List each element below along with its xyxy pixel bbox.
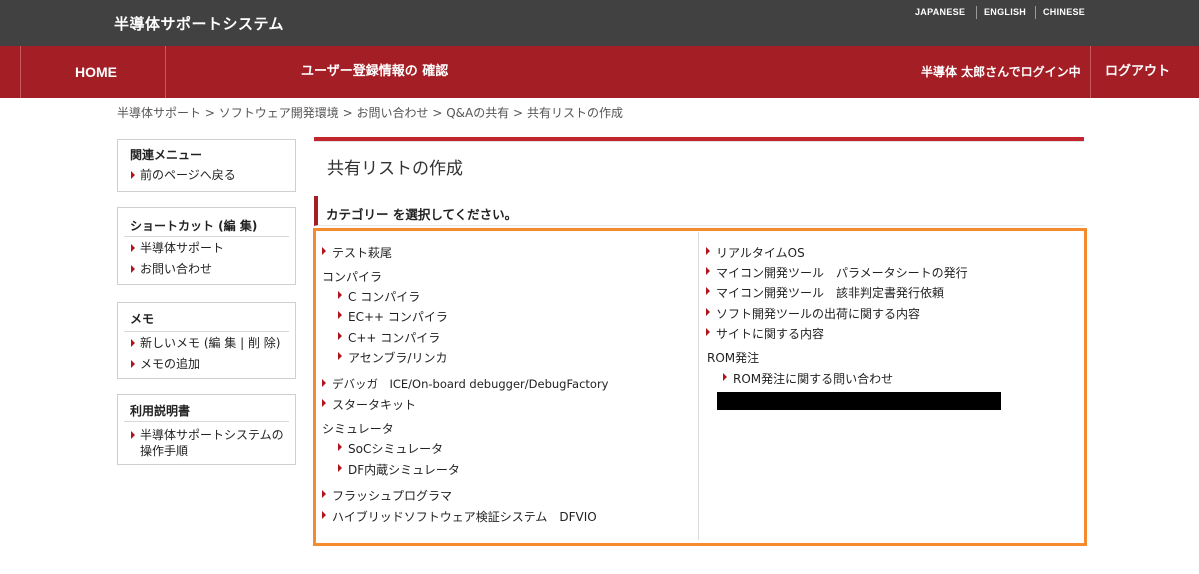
nav-divider (165, 46, 166, 98)
lang-japanese[interactable]: JAPANESE (915, 7, 965, 17)
column-divider (698, 232, 699, 540)
category-starter-kit[interactable]: スタータキット (322, 396, 416, 413)
bullet-icon (338, 332, 342, 340)
category-c-compiler[interactable]: C コンパイラ (338, 288, 420, 305)
lang-english[interactable]: ENGLISH (984, 7, 1026, 17)
bullet-icon (338, 311, 342, 319)
memo-add-label: メモの追加 (140, 357, 201, 371)
bullet-icon (338, 291, 342, 299)
category-parameter-sheet[interactable]: マイコン開発ツール パラメータシートの発行 (706, 264, 968, 281)
category-soc-simulator[interactable]: SoCシミュレータ (338, 440, 443, 457)
category-hybrid-verification[interactable]: ハイブリッドソフトウェア検証システム DFVIO (322, 508, 597, 525)
bullet-icon (338, 352, 342, 360)
group-compiler: コンパイラ (322, 270, 383, 284)
manual-box: 利用説明書 半導体サポートシステムの 操作手順 (117, 394, 296, 465)
breadcrumb-separator: > (513, 106, 524, 120)
bullet-icon (706, 287, 710, 295)
category-test-trial[interactable]: テスト萩尾 (322, 244, 392, 261)
nav-home[interactable]: HOME (75, 46, 117, 98)
category-debugger[interactable]: デバッガ ICE/On-board debugger/DebugFactory (322, 376, 608, 392)
group-rom-order: ROM発注 (707, 351, 760, 365)
lang-chinese[interactable]: CHINESE (1043, 7, 1085, 17)
shortcut-item-label: 半導体サポート (140, 241, 225, 255)
section-header: カテゴリー を選択してください。 (314, 196, 1084, 226)
nav-divider (20, 46, 21, 98)
category-assembler-linker[interactable]: アセンブラ/リンカ (338, 349, 447, 366)
page-title: 共有リストの作成 (327, 159, 463, 179)
breadcrumb-separator: > (342, 106, 353, 120)
bullet-icon (706, 308, 710, 316)
bullet-icon (706, 267, 710, 275)
category-flash-programmer[interactable]: フラッシュプログラマ (322, 487, 452, 504)
shortcut-item[interactable]: 半導体サポート (118, 240, 295, 256)
bullet-icon (706, 247, 710, 255)
instruction-text: カテゴリー を選択してください。 (326, 207, 518, 222)
bullet-icon (723, 373, 727, 381)
category-ecpp-compiler[interactable]: EC++ コンパイラ (338, 308, 448, 325)
breadcrumb-current: 共有リストの作成 (526, 106, 623, 120)
back-link-label: 前のページへ戻る (140, 168, 236, 182)
redacted-block (717, 392, 1001, 410)
bullet-icon (322, 399, 326, 407)
site-title[interactable]: 半導体サポートシステム (114, 13, 284, 34)
bullet-icon (338, 464, 342, 472)
memo-item[interactable]: 新しいメモ (編 集 | 削 除) (118, 335, 295, 351)
lang-divider (976, 6, 977, 19)
logout-button[interactable]: ログアウト (1105, 46, 1170, 98)
related-menu-title: 関連メニュー (130, 148, 203, 162)
shortcut-box: ショートカット (編 集) 半導体サポート お問い合わせ (117, 207, 296, 285)
breadcrumb-separator: > (204, 106, 215, 120)
top-bar: 半導体サポートシステム JAPANESE ENGLISH CHINESE (0, 0, 1199, 46)
category-rom-inquiry[interactable]: ROM発注に関する問い合わせ (723, 370, 893, 387)
bullet-icon (322, 511, 326, 519)
category-cpp-compiler[interactable]: C++ コンパイラ (338, 329, 440, 346)
category-site[interactable]: サイトに関する内容 (706, 325, 824, 342)
bullet-icon (322, 490, 326, 498)
breadcrumb-separator: > (432, 106, 443, 120)
breadcrumb-item[interactable]: お問い合わせ (356, 106, 428, 120)
bullet-icon (131, 360, 135, 368)
nav-user-info[interactable]: ユーザー登録情報の 確認 (301, 46, 448, 98)
main-nav: HOME ユーザー登録情報の 確認 半導体 太郎さんでログイン中 ログアウト (0, 46, 1199, 98)
bullet-icon (131, 244, 135, 252)
nav-divider (1090, 46, 1091, 98)
manual-link[interactable]: 半導体サポートシステムの 操作手順 (118, 427, 295, 459)
bullet-icon (131, 339, 135, 347)
bullet-icon (131, 431, 135, 439)
bullet-icon (131, 171, 135, 179)
memo-title: メモ (124, 306, 289, 332)
bullet-icon (322, 247, 326, 255)
memo-box: メモ 新しいメモ (編 集 | 削 除) メモの追加 (117, 302, 296, 379)
bullet-icon (338, 443, 342, 451)
category-rtos[interactable]: リアルタイムOS (706, 244, 805, 261)
shortcut-title[interactable]: ショートカット (編 集) (124, 211, 289, 237)
manual-title: 利用説明書 (124, 398, 289, 422)
breadcrumb-item[interactable]: 半導体サポート (117, 106, 201, 120)
related-menu-box: 関連メニュー 前のページへ戻る (117, 139, 296, 192)
category-df-simulator[interactable]: DF内蔵シミュレータ (338, 461, 460, 478)
group-simulator: シミュレータ (322, 422, 394, 436)
shortcut-item[interactable]: お問い合わせ (118, 261, 295, 277)
back-link[interactable]: 前のページへ戻る (118, 167, 295, 183)
lang-divider (1035, 6, 1036, 19)
login-status: 半導体 太郎さんでログイン中 (921, 65, 1081, 79)
category-shipping[interactable]: ソフト開発ツールの出荷に関する内容 (706, 305, 920, 322)
category-export-control[interactable]: マイコン開発ツール 該非判定書発行依頼 (706, 284, 944, 301)
manual-link-line: 操作手順 (140, 444, 189, 458)
breadcrumb: 半導体サポート > ソフトウェア開発環境 > お問い合わせ > Q&Aの共有 >… (117, 104, 623, 121)
memo-item-label: 新しいメモ (編 集 | 削 除) (140, 336, 281, 350)
bullet-icon (131, 265, 135, 273)
bullet-icon (322, 379, 326, 387)
bullet-icon (706, 328, 710, 336)
divider (314, 141, 1084, 142)
breadcrumb-item[interactable]: ソフトウェア開発環境 (219, 106, 339, 120)
breadcrumb-item[interactable]: Q&Aの共有 (446, 106, 509, 120)
shortcut-item-label: お問い合わせ (140, 262, 213, 276)
manual-link-line: 半導体サポートシステムの (140, 428, 284, 442)
memo-add[interactable]: メモの追加 (118, 356, 295, 372)
